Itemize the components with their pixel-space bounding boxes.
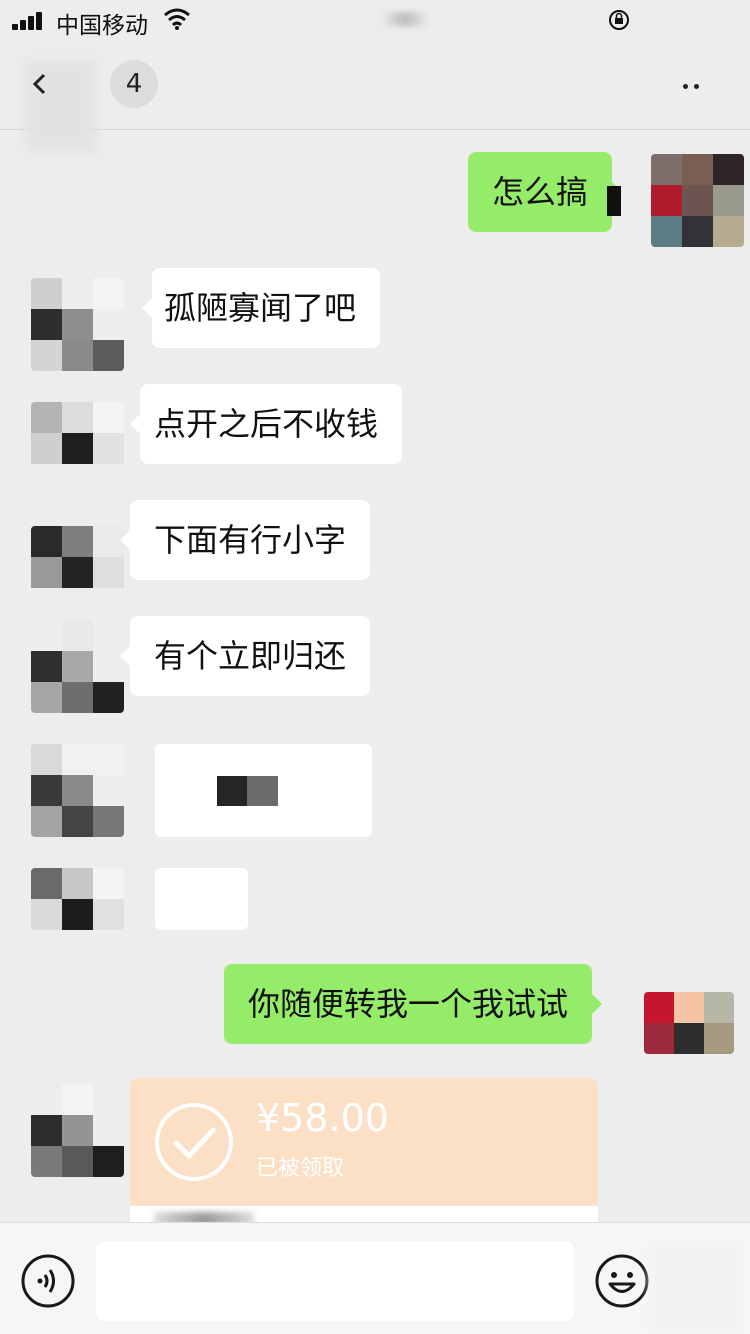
carrier-name: 中国移动: [56, 13, 148, 39]
avatar[interactable]: [31, 526, 124, 619]
voice-icon[interactable]: [20, 1253, 76, 1309]
message-bubble[interactable]: 孤陋寡闻了吧: [141, 268, 381, 348]
wifi-icon: [164, 8, 190, 30]
message-bubble[interactable]: 有个立即归还: [119, 616, 371, 696]
time-blur: [380, 12, 430, 26]
emoji-icon[interactable]: [594, 1253, 650, 1309]
message-bubble[interactable]: 怎么搞: [468, 152, 623, 232]
image-message[interactable]: [155, 744, 372, 837]
transfer-amount: ¥58.00: [256, 1096, 389, 1140]
transfer-status: 已被领取: [256, 1156, 345, 1181]
message-bubble[interactable]: 点开之后不收钱: [129, 384, 403, 464]
pixelated-region: [247, 776, 278, 806]
nav-bar: 4: [0, 40, 750, 152]
message-input[interactable]: [96, 1241, 574, 1321]
pixelated-region: [217, 776, 247, 806]
pixelated-region: [607, 186, 621, 216]
check-circle-icon: [155, 1103, 233, 1181]
blurred-region: [650, 1243, 740, 1334]
message-bubble[interactable]: 下面有行小字: [119, 500, 371, 580]
rotation-lock-icon: [609, 10, 629, 30]
avatar[interactable]: [31, 744, 124, 837]
transfer-card[interactable]: ¥58.00 已被领取: [130, 1078, 598, 1228]
avatar[interactable]: [31, 402, 124, 495]
status-bar: 中国移动: [0, 0, 750, 40]
avatar[interactable]: [644, 992, 734, 1054]
back-button[interactable]: 4: [20, 58, 158, 110]
avatar[interactable]: [31, 620, 124, 713]
avatar[interactable]: [651, 154, 744, 247]
signal-icon: [12, 12, 46, 30]
input-bar: [0, 1222, 750, 1334]
avatar[interactable]: [31, 868, 124, 930]
unread-badge: 4: [110, 60, 158, 108]
chevron-left-icon: [32, 73, 46, 95]
message-bubble[interactable]: 你随便转我一个我试试: [224, 964, 603, 1044]
avatar[interactable]: [31, 278, 124, 371]
more-icon[interactable]: [680, 78, 720, 92]
avatar[interactable]: [31, 1084, 124, 1177]
image-message[interactable]: [155, 868, 248, 930]
